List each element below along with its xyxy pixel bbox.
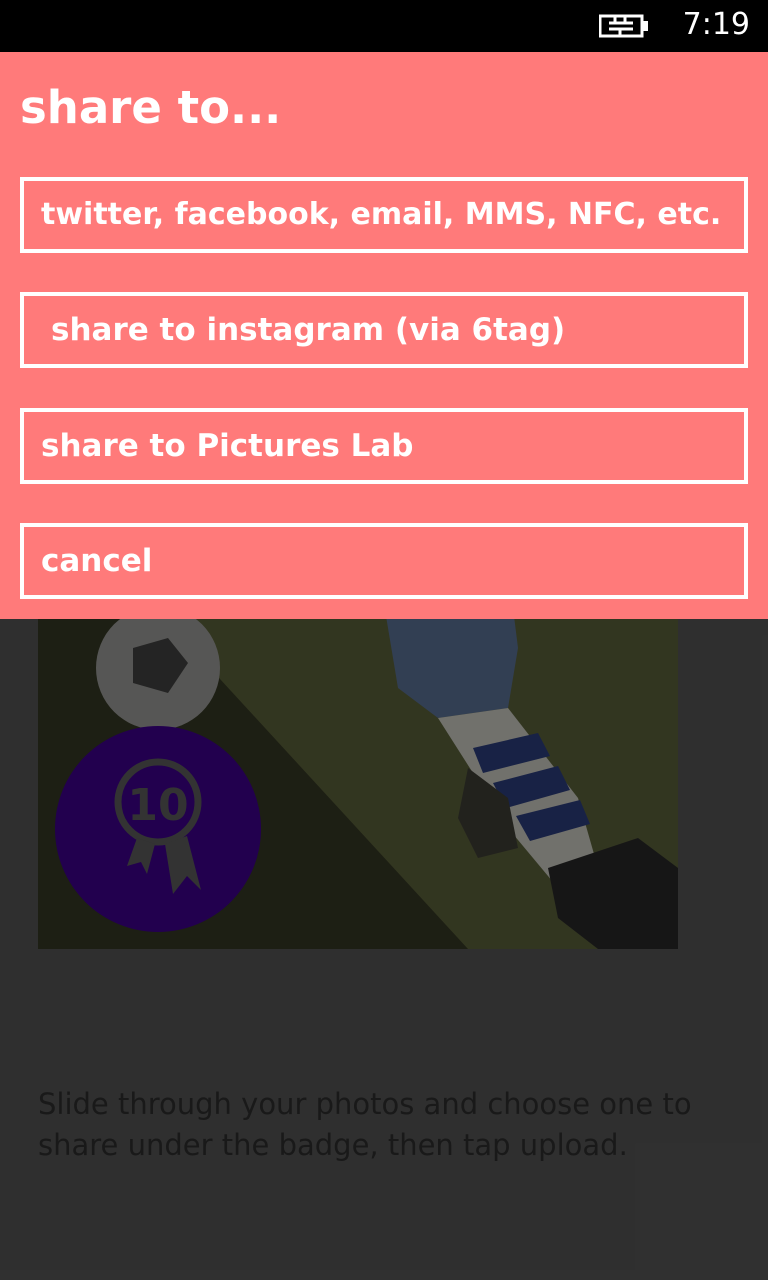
share-general-button[interactable]: twitter, facebook, email, MMS, NFC, etc. [20,177,748,253]
share-dialog: share to... twitter, facebook, email, MM… [0,52,768,619]
status-bar: 7:19 [0,0,768,52]
battery-charging-icon [599,14,648,38]
share-instagram-button[interactable]: share to instagram (via 6tag) [20,292,748,368]
share-pictures-lab-button[interactable]: share to Pictures Lab [20,408,748,484]
dialog-title: share to... [20,81,282,134]
status-time: 7:19 [682,7,750,42]
cancel-button[interactable]: cancel [20,523,748,599]
